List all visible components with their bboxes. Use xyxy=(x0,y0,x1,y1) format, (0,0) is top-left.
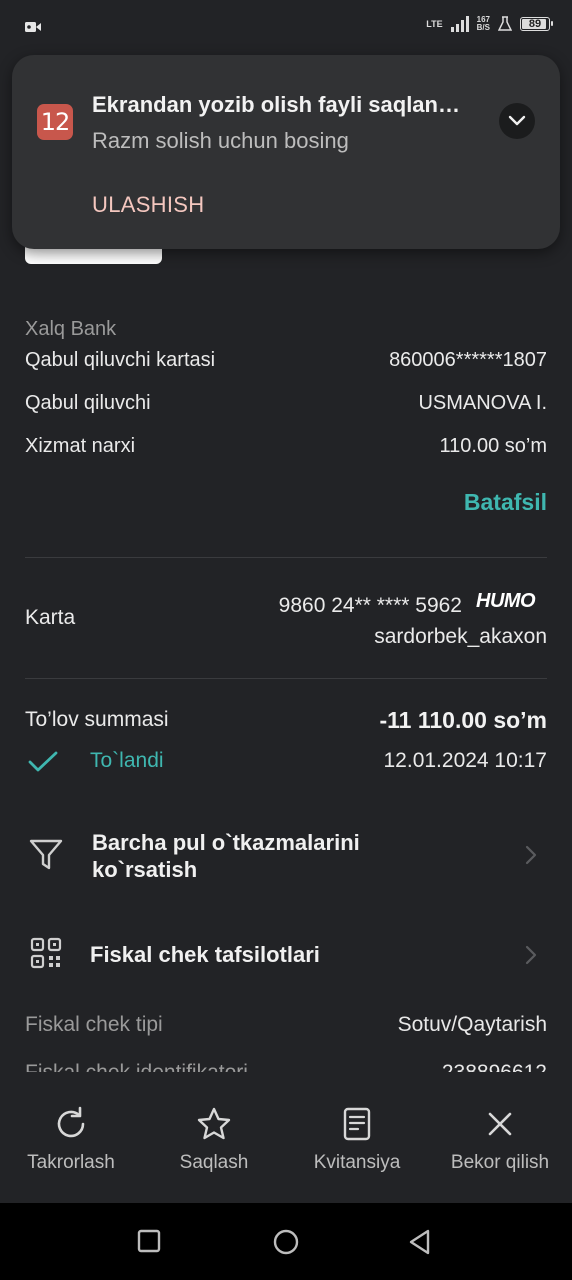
toolbar-label: Saqlash xyxy=(179,1152,249,1173)
card-label: Karta xyxy=(25,606,76,629)
detail-label: Qabul qiluvchi kartasi xyxy=(25,349,216,371)
speed-unit: B/S xyxy=(476,23,490,32)
network-type: LTE xyxy=(426,18,443,29)
action-label: Barcha pul o`tkazmalarini ko`rsatish xyxy=(92,829,360,883)
notification-title: Ekrandan yozib olish fayli saqlan… xyxy=(92,92,460,117)
system-navigation-bar xyxy=(0,1203,572,1280)
qr-code-icon xyxy=(30,937,62,969)
action-label-line2: ko`rsatish xyxy=(92,857,198,882)
back-icon[interactable] xyxy=(408,1229,432,1255)
detail-row-card: Qabul qiluvchi kartasi 860006******1807 xyxy=(25,349,547,372)
recent-apps-icon[interactable] xyxy=(137,1229,161,1253)
detail-row-fee: Xizmat narxi 110.00 so’m xyxy=(25,435,547,458)
payment-datetime: 12.01.2024 10:17 xyxy=(383,749,548,772)
detail-value: USMANOVA I. xyxy=(418,392,547,414)
action-label: Fiskal chek tafsilotlari xyxy=(90,942,320,967)
chevron-right-icon xyxy=(525,845,537,865)
app-icon: 12 xyxy=(37,104,73,140)
status-bar: LTE 167 B/S 89 xyxy=(0,0,572,54)
detail-label: Xizmat narxi xyxy=(25,435,136,457)
detail-value: 110.00 so’m xyxy=(439,435,547,457)
check-icon xyxy=(28,751,58,772)
fiscal-value: Sotuv/Qaytarish xyxy=(397,1013,547,1036)
home-icon[interactable] xyxy=(273,1229,299,1255)
expand-button[interactable] xyxy=(499,103,535,139)
network-speed: 167 B/S xyxy=(477,16,490,32)
more-details-link[interactable]: Batafsil xyxy=(464,489,547,516)
toolbar-label: Takrorlash xyxy=(27,1152,115,1173)
detail-value: 860006******1807 xyxy=(389,349,547,371)
screen-record-notification[interactable]: 12 Ekrandan yozib olish fayli saqlan… Ra… xyxy=(12,55,560,249)
signal-icon xyxy=(450,16,469,32)
battery-level: 89 xyxy=(528,18,542,30)
chevron-right-icon xyxy=(525,945,537,965)
refresh-icon xyxy=(57,1106,85,1138)
notification-subtitle: Razm solish uchun bosing xyxy=(92,128,349,153)
payment-sum-label: To’lov summasi xyxy=(25,708,169,731)
humo-logo: HUMO xyxy=(476,590,536,612)
action-label-line1: Barcha pul o`tkazmalarini xyxy=(92,830,360,855)
star-icon xyxy=(197,1107,231,1140)
bank-name: Xalq Bank xyxy=(25,318,117,340)
cancel-button[interactable]: Bekor qilish xyxy=(430,1106,570,1174)
flask-icon xyxy=(498,16,512,31)
show-all-transfers-button[interactable]: Barcha pul o`tkazmalarini ko`rsatish xyxy=(0,818,572,892)
payment-status: To`landi xyxy=(90,749,164,772)
bottom-toolbar: Takrorlash Saqlash Kvitansiya Bekor qili… xyxy=(0,1092,572,1203)
fiscal-details-button[interactable]: Fiskal chek tafsilotlari xyxy=(0,930,572,980)
receipt-icon xyxy=(343,1107,371,1141)
save-button[interactable]: Saqlash xyxy=(144,1106,284,1174)
chevron-down-icon xyxy=(508,115,526,126)
detail-row-recipient: Qabul qiluvchi USMANOVA I. xyxy=(25,392,547,415)
toolbar-label: Bekor qilish xyxy=(450,1152,550,1173)
filter-icon xyxy=(29,839,63,870)
status-indicators: LTE 167 B/S 89 xyxy=(426,16,553,32)
receipt-button[interactable]: Kvitansiya xyxy=(287,1106,427,1174)
card-number: 9860 24** **** 5962 xyxy=(278,594,462,617)
close-icon xyxy=(488,1112,512,1136)
payment-sum-value: -11 110.00 so’m xyxy=(379,707,547,733)
screen: LTE 167 B/S 89 12 Ekrandan yozib olish f… xyxy=(0,0,572,1203)
repeat-button[interactable]: Takrorlash xyxy=(1,1106,141,1174)
screen-record-icon xyxy=(25,22,41,32)
divider xyxy=(25,678,547,679)
detail-label: Qabul qiluvchi xyxy=(25,392,151,414)
toolbar-label: Kvitansiya xyxy=(313,1152,401,1173)
fiscal-row-type: Fiskal chek tipi Sotuv/Qaytarish xyxy=(25,1013,547,1037)
battery-indicator: 89 xyxy=(520,17,553,31)
share-button[interactable]: ULASHISH xyxy=(92,192,204,218)
card-owner: sardorbek_akaxon xyxy=(374,625,547,648)
scroll-fade xyxy=(0,1072,572,1092)
fiscal-label: Fiskal chek tipi xyxy=(25,1013,163,1036)
divider xyxy=(25,557,547,558)
